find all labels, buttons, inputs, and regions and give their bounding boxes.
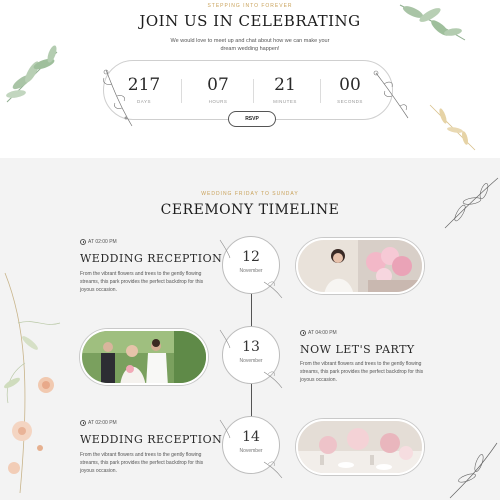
countdown-minutes-value: 21 — [274, 75, 296, 95]
hero-eyebrow: STEPPING INTO FOREVER — [207, 3, 293, 9]
rsvp-button[interactable]: RSVP — [228, 111, 276, 127]
sprig-decoration — [219, 329, 283, 389]
bride-with-flowers-photo — [296, 238, 424, 294]
event-description: From the vibrant flowers and trees to th… — [300, 361, 424, 383]
sprig-decoration — [219, 419, 283, 479]
leaf-outline-bottom-right-decoration — [449, 442, 498, 499]
countdown-hours-label: HOURS — [208, 99, 228, 104]
event-title: NOW LET'S PARTY — [300, 343, 415, 356]
event-title: WEDDING RECEPTION — [80, 252, 223, 265]
floral-corner-left-decoration — [4, 272, 61, 494]
countdown-hours: 07 HOURS — [183, 76, 253, 104]
event-time-text: AT 02:00 PM — [88, 239, 117, 245]
wedding-couple-photo — [80, 329, 208, 385]
floral-sprig-right-decoration — [373, 70, 409, 119]
clock-icon — [80, 239, 86, 245]
reception-table-photo — [296, 419, 424, 475]
hero-subtitle: We would love to meet up and chat about … — [170, 38, 330, 52]
countdown-minutes: 21 MINUTES — [250, 76, 320, 104]
timeline-title: CEREMONY TIMELINE — [160, 202, 340, 218]
event-time: AT 02:00 PM — [80, 239, 117, 245]
countdown-hours-value: 07 — [207, 75, 229, 95]
event-description: From the vibrant flowers and trees to th… — [80, 452, 204, 474]
sprig-decoration — [219, 239, 283, 299]
event-time-text: AT 04:00 PM — [308, 330, 337, 336]
leaf-branch-left-decoration — [6, 45, 58, 103]
clock-icon — [300, 330, 306, 336]
event-title: WEDDING RECEPTION — [80, 433, 223, 446]
gold-leaf-decoration — [429, 104, 476, 151]
event-time: AT 02:00 PM — [80, 420, 117, 426]
hero-section: STEPPING INTO FOREVER JOIN US IN CELEBRA… — [0, 0, 500, 158]
countdown-minutes-label: MINUTES — [273, 99, 297, 104]
countdown-divider — [181, 79, 182, 103]
event-time-text: AT 02:00 PM — [88, 420, 117, 426]
clock-icon — [80, 420, 86, 426]
floral-sprig-left-decoration — [103, 69, 133, 127]
event-description: From the vibrant flowers and trees to th… — [80, 271, 204, 293]
timeline-eyebrow: WEDDING FRIDAY TO SUNDAY — [201, 191, 299, 197]
page-title: JOIN US IN CELEBRATING — [139, 12, 361, 30]
event-time: AT 04:00 PM — [300, 330, 337, 336]
